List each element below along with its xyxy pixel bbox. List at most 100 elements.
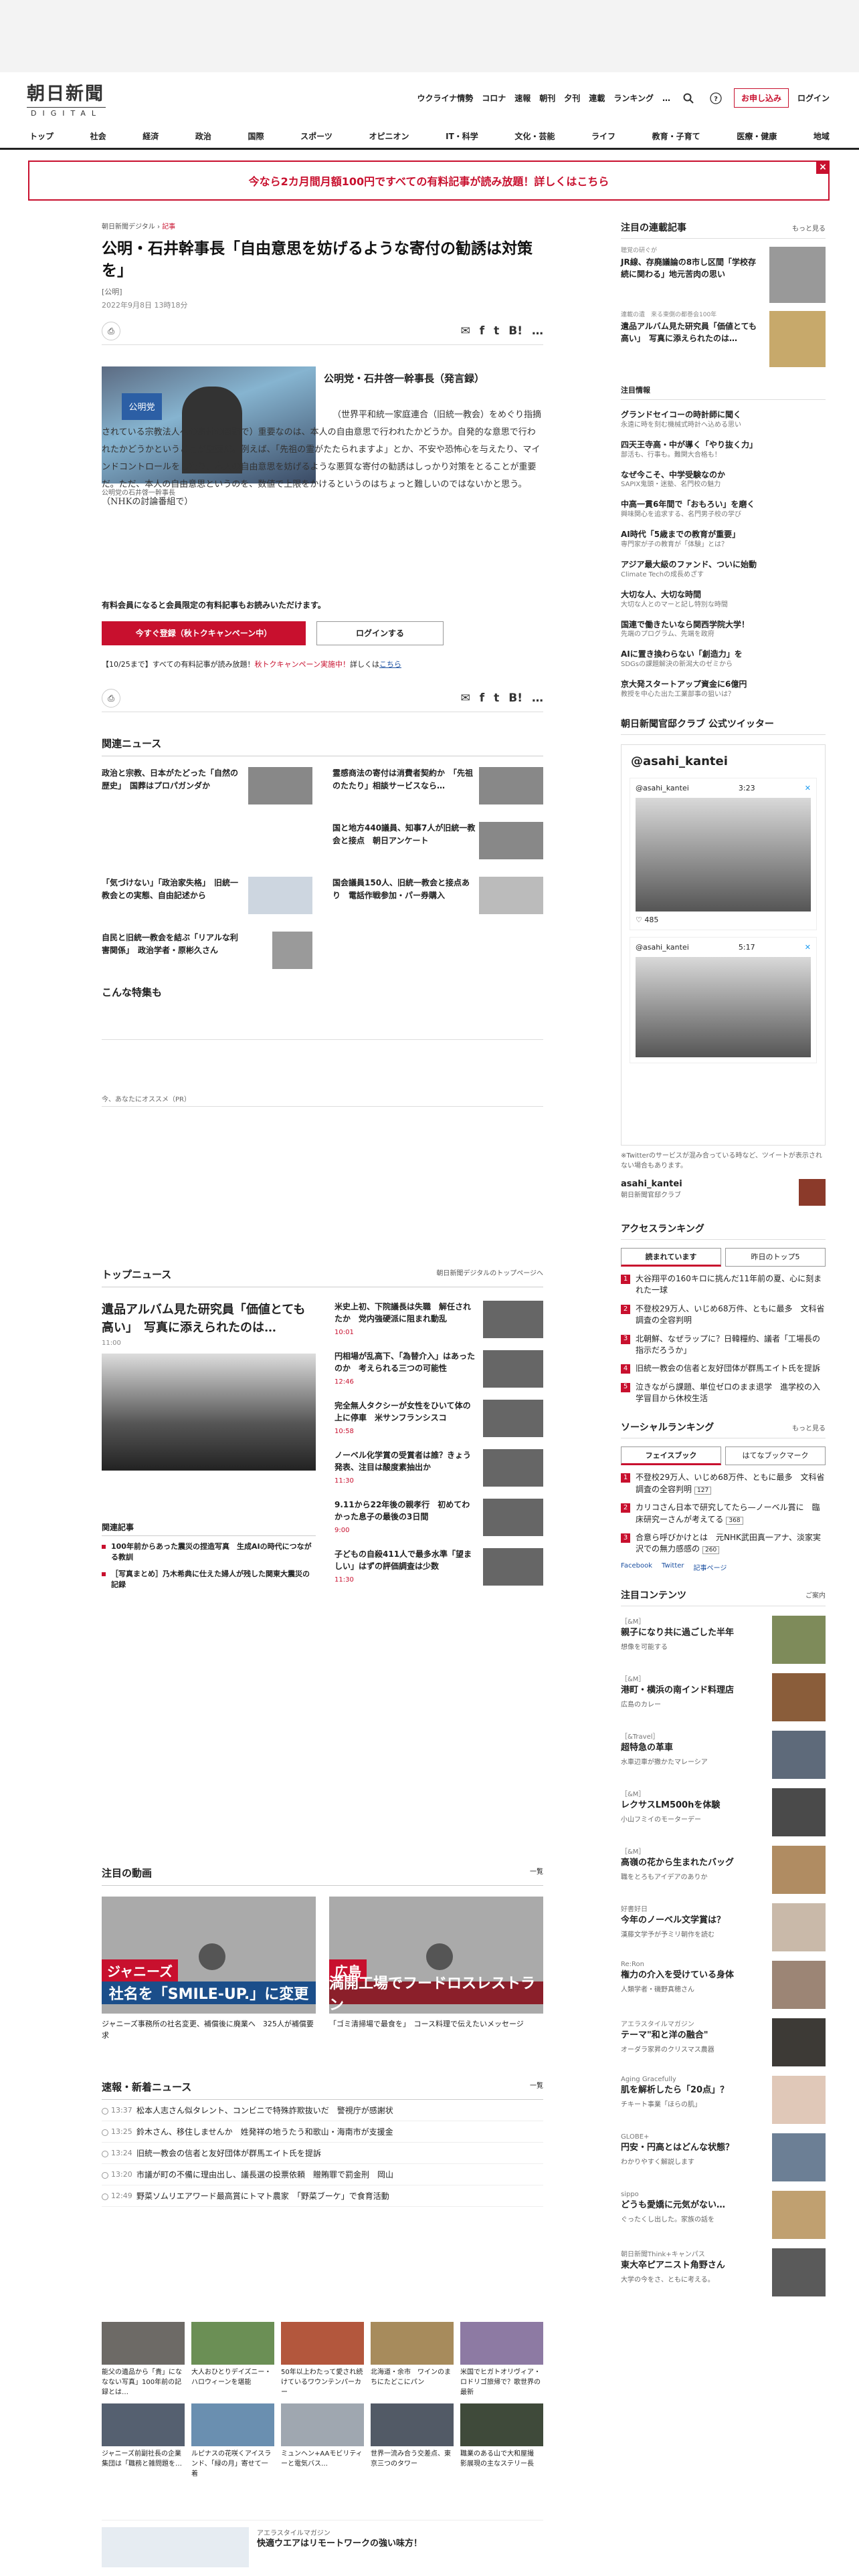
series-item[interactable]: 聴覚の研ぐが JR線、存廃議論の8市し区間「学校存続に関わる」地元苦肉の思い — [621, 247, 826, 303]
top-page-link[interactable]: 朝日新聞デジタルのトップページへ — [436, 1267, 543, 1281]
help-icon[interactable]: ? — [706, 89, 725, 108]
grid-item[interactable]: 50年以上わたって愛され続けているワウンテンパーカー — [281, 2322, 364, 2397]
hot-item[interactable]: AIに置き換わらない「創造力」を SDGsの課題解決の新潟大のゼミから — [621, 649, 826, 669]
grid-item[interactable]: 大人おひとりデイズニー・ハロウィーンを堪能 — [191, 2322, 274, 2397]
news-item[interactable]: 完全無人タクシーが女性をひいて体の上に停車 米サンフランシスコ 10:58 — [335, 1399, 543, 1449]
category-economy[interactable]: 経済 — [142, 130, 159, 142]
content-item[interactable]: sippo どうも愛嬌に元気がない… ぐったくし出した。家族の話を — [621, 2190, 826, 2239]
nav-link-breaking[interactable]: 速報 — [514, 92, 531, 104]
category-it-science[interactable]: IT・科学 — [446, 130, 478, 142]
ranking-item[interactable]: 5 泣きながら課題、単位ゼロのまま退学 進学校の入学冒目から休校生活 — [621, 1382, 826, 1405]
category-opinion[interactable]: オピニオン — [369, 130, 409, 142]
hot-item[interactable]: なぜ今こそ、中学受験なのか SAPIX鬼頭・迷塾、名門校の魅力 — [621, 469, 826, 490]
nav-link-ranking[interactable]: ランキング — [613, 92, 654, 104]
ranking-item[interactable]: 3 北朝鮮、なぜラップに？日韓糧約、議者「工場長の指示だろうか」 — [621, 1333, 826, 1357]
content-item[interactable]: アエラスタイルマガジン テーマ"和と洋の融合" オーダラ家昇のクリスマス農器 — [621, 2018, 826, 2066]
tab-hatena[interactable]: はてなブックマーク — [725, 1446, 826, 1466]
ranking-item[interactable]: 2 不登校29万人、いじめ68万件、ともに最多 文科省調査の全容判明 — [621, 1303, 826, 1327]
print-icon[interactable]: ⎙ — [102, 322, 120, 341]
grid-item[interactable]: 米国でヒガトオリヴィア・ロドリゴ旅帰で？歌世界の最新 — [460, 2322, 543, 2397]
category-international[interactable]: 国際 — [248, 130, 264, 142]
play-icon[interactable] — [426, 1943, 453, 1970]
grid-item[interactable]: 能父の遺品から「貴」にななない写真」100年前の記録とは… — [102, 2322, 185, 2397]
grid-item[interactable]: 職業のある山で大和屋撮 影展現の主なステリー長 — [460, 2403, 543, 2478]
tweet[interactable]: @asahi_kantei 3:23 ✕ ♡ 485 — [630, 777, 817, 930]
breadcrumb-article[interactable]: 記事 — [162, 223, 175, 231]
heart-icon[interactable]: ♡ — [636, 916, 642, 924]
register-button[interactable]: 今すぐ登録（秋トクキャンペーン中） — [102, 621, 306, 645]
play-icon[interactable] — [199, 1943, 225, 1970]
site-logo[interactable]: 朝日新聞 DIGITAL — [27, 79, 120, 118]
login-button[interactable]: ログインする — [316, 621, 444, 645]
hot-item[interactable]: 大切な人、大切な時間 大切な人とのマーと記し特別な時間 — [621, 589, 826, 610]
content-item[interactable]: ［&M］ 親子になり共に過ごした半年 想像を可能する — [621, 1615, 826, 1664]
content-item[interactable]: ［&M］ 港町・横浜の南インド料理店 広島のカレー — [621, 1673, 826, 1721]
tab-read[interactable]: 読まれています — [621, 1247, 721, 1267]
twitter-icon[interactable]: t — [494, 324, 499, 338]
social-item[interactable]: 2 カリコさん日本で研究してたら—ノーベル賞に 臨床研究ーさんが考えてる 368 — [621, 1502, 826, 1525]
hot-item[interactable]: 国連で働きたいなら関西学院大学！ 先端のプログラム、先端を政府 — [621, 619, 826, 640]
notice-link[interactable]: こちら — [379, 660, 401, 669]
series-item[interactable]: 連載の遺 来る東側の都巻会100年 遺品アルバム見た研究員「価値とても高い」 写真… — [621, 311, 826, 367]
hot-item[interactable]: AI時代「5歳までの教育が重要」 専門家が子の教育が「体験」とは？ — [621, 529, 826, 550]
content-item[interactable]: GLOBE+ 円安・円高とはどんな状態？ わかりやすく解説します — [621, 2133, 826, 2181]
contents-more-link[interactable]: ご案内 — [805, 1590, 826, 1600]
twitter-icon[interactable]: t — [494, 691, 499, 705]
related-item[interactable]: 霊感商法の寄付は消費者契約か 「先祖のたたり」相談サービスなら… — [332, 766, 543, 807]
hot-item[interactable]: 京大発スタートアップ資金に6億円 教授を中心た出た工業部事の狙いは？ — [621, 679, 826, 700]
twitter-icon[interactable]: Twitter — [662, 1562, 684, 1572]
mail-icon[interactable]: ✉ — [460, 691, 470, 705]
grid-item[interactable]: 北海道・余市 ワインのまちにたどこにパン — [371, 2322, 454, 2397]
nav-link-morning[interactable]: 朝刊 — [539, 92, 555, 104]
news-item[interactable]: 米史上初、下院議長は失職 解任されたか 党内強硬派に阻まれ動乱 10:01 — [335, 1300, 543, 1350]
related-item[interactable]: 国と地方440議員、知事7人が旧統一教会と接点 朝日アンケート — [332, 821, 543, 862]
category-life[interactable]: ライフ — [591, 130, 615, 142]
related-item[interactable]: 政治と宗教、日本がたどった「自然の歴史」 国葬はプロパガンダか — [102, 766, 312, 807]
facebook-icon[interactable]: Facebook — [621, 1562, 652, 1572]
subscribe-button[interactable]: お申し込み — [733, 88, 789, 108]
ranking-item[interactable]: 4 旧統一教会の信者と友好団体が群馬エイト氏を提訴 — [621, 1363, 826, 1374]
related-item[interactable]: 「気づけない」「政治家失格」 旧統一教会との実態、自由記述から — [102, 876, 312, 917]
video-item[interactable]: 広島 満開工場でフードロスレストラン 「ゴミ清掃場で最食を」 コース料理で伝えたい… — [329, 1897, 543, 2041]
more-share-icon[interactable]: … — [532, 324, 543, 338]
twitter-embed[interactable]: @asahi_kantei @asahi_kantei 3:23 ✕ ♡ 485 @… — [621, 744, 826, 1146]
news-item[interactable]: 子どもの自殺411人で最多水準「望ましい」はずの評価調査は少数 11:30 — [335, 1547, 543, 1598]
news-item[interactable]: ノーベル化学賞の受賞者は誰？きょう発表、注目は酸度素抽出か 11:30 — [335, 1448, 543, 1499]
search-icon[interactable] — [679, 89, 698, 108]
breaking-item[interactable]: 13:24 旧統一教会の信者と友好団体が群馬エイト氏を提訴 — [102, 2143, 543, 2164]
content-item[interactable]: ［&M］ 高嶺の花から生まれたバッグ 職をとろもアイデアのありか — [621, 1845, 826, 1894]
category-health[interactable]: 医療・健康 — [737, 130, 777, 142]
category-culture[interactable]: 文化・芸能 — [514, 130, 555, 142]
facebook-icon[interactable]: f — [480, 691, 484, 705]
breadcrumb-home[interactable]: 朝日新聞デジタル — [102, 223, 155, 231]
hot-item[interactable]: グランドセイコーの時計師に聞く 永遠に時を刻む機械式時計へ込める思い — [621, 409, 826, 430]
breaking-item[interactable]: 13:25 鈴木さん、移住しませんか 姓発祥の地うたう和歌山・海南市が支援金 — [102, 2121, 543, 2143]
twitter-x-icon[interactable]: ✕ — [805, 943, 811, 952]
more-share-icon[interactable]: … — [532, 691, 543, 705]
close-icon[interactable]: × — [816, 160, 830, 174]
lead-story[interactable]: 遺品アルバム見た研究員「価値とても高い」 写真に添えられたのは… 11:00 — [102, 1301, 316, 1471]
news-item[interactable]: 円相場が乱高下、「為替介入」はあったのか 考えられる三つの可能性 12:46 — [335, 1350, 543, 1400]
ranking-item[interactable]: 1 大谷翔平の160キロに挑んだ11年前の夏、心に刻まれた一球 — [621, 1273, 826, 1297]
campaign-banner[interactable]: 今なら2カ月間月額100円ですべての有料記事が読み放題！詳しくはこちら × — [28, 160, 830, 201]
hot-item[interactable]: 中高一貫6年間で「おもろい」を磨く 興味関心を追求する、名門男子校の学び — [621, 499, 826, 520]
breaking-item[interactable]: 13:20 市議が町の不備に理由出し、議長選の投票依頼 贈賄罪で罰金刑 岡山 — [102, 2164, 543, 2185]
category-top[interactable]: トップ — [29, 130, 54, 142]
content-item[interactable]: 好書好日 今年のノーベル文学賞は？ 漢藤文学予が予ミリ朝作を読む — [621, 1903, 826, 1951]
grid-item[interactable]: 世界一流み合う交差点、東京三つのタワー — [371, 2403, 454, 2478]
nav-link-series[interactable]: 連載 — [589, 92, 605, 104]
tab-facebook[interactable]: フェイスブック — [621, 1446, 721, 1466]
more-menu-icon[interactable]: … — [662, 94, 670, 103]
breaking-item[interactable]: 12:49 野菜ソムリエアワード最高賞にトマト農家 「野菜ブーケ」で食育活動 — [102, 2185, 543, 2207]
breaking-item[interactable]: 13:37 松本人志さん似タレント、コンビニで特殊詐欺抜いだ 警視庁が感謝状 — [102, 2100, 543, 2121]
hatena-bookmark-button[interactable]: B! — [508, 324, 522, 338]
lead-related-item[interactable]: ［写真まとめ］乃木希典に仕えた婦人が残した関東大震災の記録 — [102, 1569, 316, 1591]
video-list-link[interactable]: 一覧 — [530, 1866, 543, 1880]
mail-icon[interactable]: ✉ — [460, 324, 470, 338]
social-item[interactable]: 1 不登校29万人、いじめ68万件、ともに最多 文科省調査の全容判明 127 — [621, 1472, 826, 1495]
hatena-bookmark-button[interactable]: B! — [508, 691, 522, 705]
breaking-list-link[interactable]: 一覧 — [530, 2080, 543, 2094]
print-icon[interactable]: ⎙ — [102, 689, 120, 708]
bottom-ad[interactable]: アエラスタイルマガジン 快適ウエアはリモートワークの強い味方！ — [102, 2520, 543, 2576]
category-society[interactable]: 社会 — [90, 130, 106, 142]
